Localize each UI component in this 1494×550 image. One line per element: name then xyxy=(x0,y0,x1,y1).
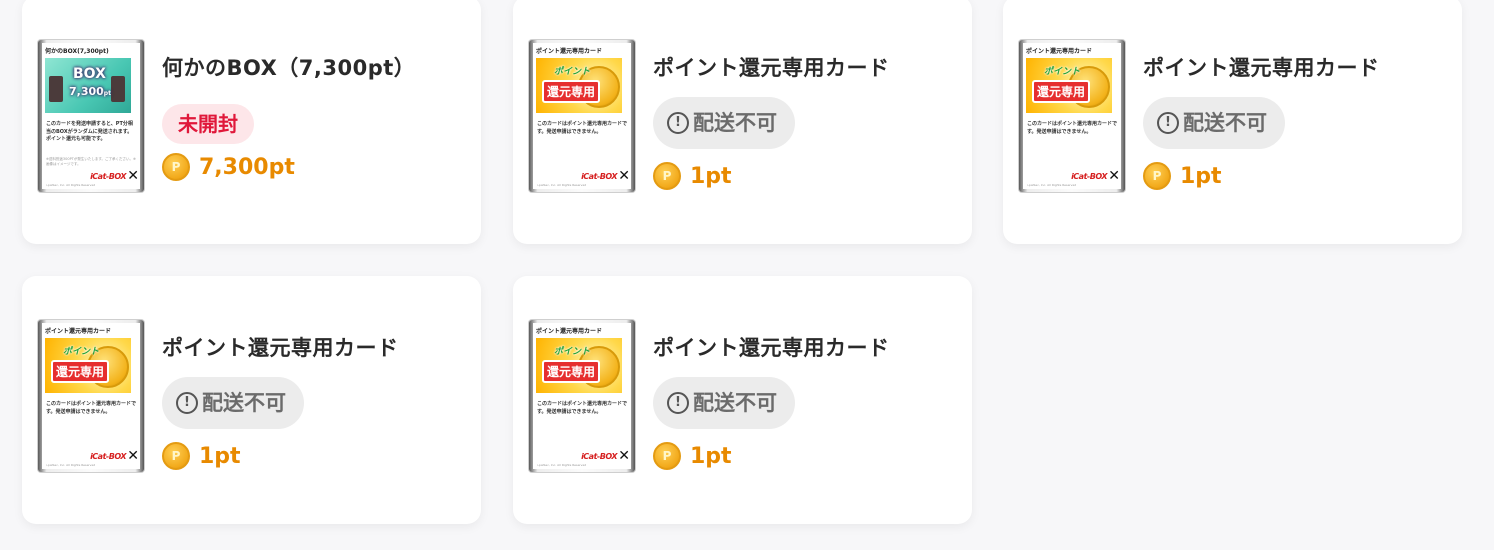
card-image: ポイント還元専用カード ポイント 還元専用 このカードはポイント還元専用カードで… xyxy=(529,320,635,472)
brand-logo: iCat-BOX xyxy=(90,452,126,461)
item-name: ポイント還元専用カード xyxy=(162,336,399,360)
brand-x-mark: ✕ xyxy=(618,448,630,464)
item-card-point-return[interactable]: ポイント還元専用カード ポイント 還元専用 このカードはポイント還元専用カードで… xyxy=(513,276,972,524)
card-image: ポイント還元専用カード ポイント 還元専用 このカードはポイント還元専用カードで… xyxy=(1019,40,1125,192)
point-artwork: ポイント 還元専用 xyxy=(536,58,622,113)
status-label: 配送不可 xyxy=(693,391,777,415)
card-art-title: BOX xyxy=(73,66,106,82)
exclamation-circle-icon: ! xyxy=(1157,112,1179,134)
brand-x-mark: ✕ xyxy=(127,168,139,184)
card-image: ポイント還元専用カード ポイント 還元専用 このカードはポイント還元専用カードで… xyxy=(529,40,635,192)
card-image-description: このカードはポイント還元専用カードです。発送申請はできません。 xyxy=(537,121,628,135)
points-row: P 1pt xyxy=(653,161,732,191)
points-value: 1pt xyxy=(690,443,732,469)
card-art-title: ポイント xyxy=(554,67,591,77)
points-value: 1pt xyxy=(1180,163,1222,189)
brand-logo: iCat-BOX xyxy=(90,172,126,181)
item-name: ポイント還元専用カード xyxy=(653,56,890,80)
box-figure-left xyxy=(49,76,63,102)
box-artwork: BOX 7,300pt xyxy=(45,58,131,113)
card-art-subtitle: 還元専用 xyxy=(542,360,601,383)
status-label: 配送不可 xyxy=(693,111,777,135)
coin-icon: P xyxy=(162,153,190,181)
brand-x-mark: ✕ xyxy=(1108,168,1120,184)
exclamation-circle-icon: ! xyxy=(667,392,689,414)
card-image-header: ポイント還元専用カード xyxy=(1026,48,1093,55)
card-image-description: このカードはポイント還元専用カードです。発送申請はできません。 xyxy=(1027,121,1118,135)
exclamation-circle-icon: ! xyxy=(667,112,689,134)
status-badge-no-delivery: ! 配送不可 xyxy=(653,377,795,429)
exclamation-circle-icon: ! xyxy=(176,392,198,414)
brand-logo: iCat-BOX xyxy=(1071,172,1107,181)
card-image-header: ポイント還元専用カード xyxy=(536,48,603,55)
card-image-copyright: i-palSec, Inc. All Rights Reserved xyxy=(1027,183,1077,187)
box-figure-right xyxy=(111,76,125,102)
card-image-header: 何かのBOX(7,300pt) xyxy=(45,48,109,55)
status-badge-no-delivery: ! 配送不可 xyxy=(162,377,304,429)
item-name: ポイント還元専用カード xyxy=(1143,56,1380,80)
card-image-copyright: i-palSec, Inc. All Rights Reserved xyxy=(46,463,96,467)
item-card-point-return[interactable]: ポイント還元専用カード ポイント 還元専用 このカードはポイント還元専用カードで… xyxy=(513,0,972,244)
status-badge-no-delivery: ! 配送不可 xyxy=(1143,97,1285,149)
card-image-header: ポイント還元専用カード xyxy=(45,328,112,335)
points-value: 1pt xyxy=(199,443,241,469)
card-image-header: ポイント還元専用カード xyxy=(536,328,603,335)
card-image-description: このカードはポイント還元専用カードです。発送申請はできません。 xyxy=(537,401,628,415)
status-label: 配送不可 xyxy=(202,391,286,415)
card-art-title: ポイント xyxy=(63,347,100,357)
card-art-value: 7,300pt xyxy=(69,85,111,98)
card-image-note: ※送料別途300PTが発生いたします。ご了承ください。※画像はイメージです。 xyxy=(46,157,136,166)
card-art-title: ポイント xyxy=(1044,67,1081,77)
status-label: 配送不可 xyxy=(1183,111,1267,135)
item-card-point-return[interactable]: ポイント還元専用カード ポイント 還元専用 このカードはポイント還元専用カードで… xyxy=(1003,0,1462,244)
card-image-description: このカードはポイント還元専用カードです。発送申請はできません。 xyxy=(46,401,137,415)
card-image-copyright: i-palSec, Inc. All Rights Reserved xyxy=(46,183,96,187)
card-image: ポイント還元専用カード ポイント 還元専用 このカードはポイント還元専用カードで… xyxy=(38,320,144,472)
status-badge-unopened: 未開封 xyxy=(162,104,254,144)
brand-logo: iCat-BOX xyxy=(581,452,617,461)
card-image-copyright: i-palSec, Inc. All Rights Reserved xyxy=(537,183,587,187)
card-art-subtitle: 還元専用 xyxy=(1032,80,1091,103)
card-art-subtitle: 還元専用 xyxy=(51,360,110,383)
points-row: P 7,300pt xyxy=(162,152,295,182)
points-value: 7,300pt xyxy=(199,154,295,180)
brand-x-mark: ✕ xyxy=(618,168,630,184)
status-badge-no-delivery: ! 配送不可 xyxy=(653,97,795,149)
points-value: 1pt xyxy=(690,163,732,189)
point-artwork: ポイント 還元専用 xyxy=(536,338,622,393)
coin-icon: P xyxy=(162,442,190,470)
point-artwork: ポイント 還元専用 xyxy=(45,338,131,393)
item-card-box[interactable]: 何かのBOX(7,300pt) BOX 7,300pt このカードを発送申請する… xyxy=(22,0,481,244)
points-row: P 1pt xyxy=(1143,161,1222,191)
item-card-point-return[interactable]: ポイント還元専用カード ポイント 還元専用 このカードはポイント還元専用カードで… xyxy=(22,276,481,524)
card-art-subtitle: 還元専用 xyxy=(542,80,601,103)
item-name: 何かのBOX（7,300pt） xyxy=(162,56,416,80)
card-image: 何かのBOX(7,300pt) BOX 7,300pt このカードを発送申請する… xyxy=(38,40,144,192)
item-name: ポイント還元専用カード xyxy=(653,336,890,360)
card-image-description: このカードを発送申請すると、PT分相当のBOXがランダムに発送されます。ポイント… xyxy=(46,121,133,142)
card-image-copyright: i-palSec, Inc. All Rights Reserved xyxy=(537,463,587,467)
coin-icon: P xyxy=(653,162,681,190)
brand-x-mark: ✕ xyxy=(127,448,139,464)
point-artwork: ポイント 還元専用 xyxy=(1026,58,1112,113)
card-art-title: ポイント xyxy=(554,347,591,357)
coin-icon: P xyxy=(653,442,681,470)
points-row: P 1pt xyxy=(653,441,732,471)
points-row: P 1pt xyxy=(162,441,241,471)
coin-icon: P xyxy=(1143,162,1171,190)
brand-logo: iCat-BOX xyxy=(581,172,617,181)
